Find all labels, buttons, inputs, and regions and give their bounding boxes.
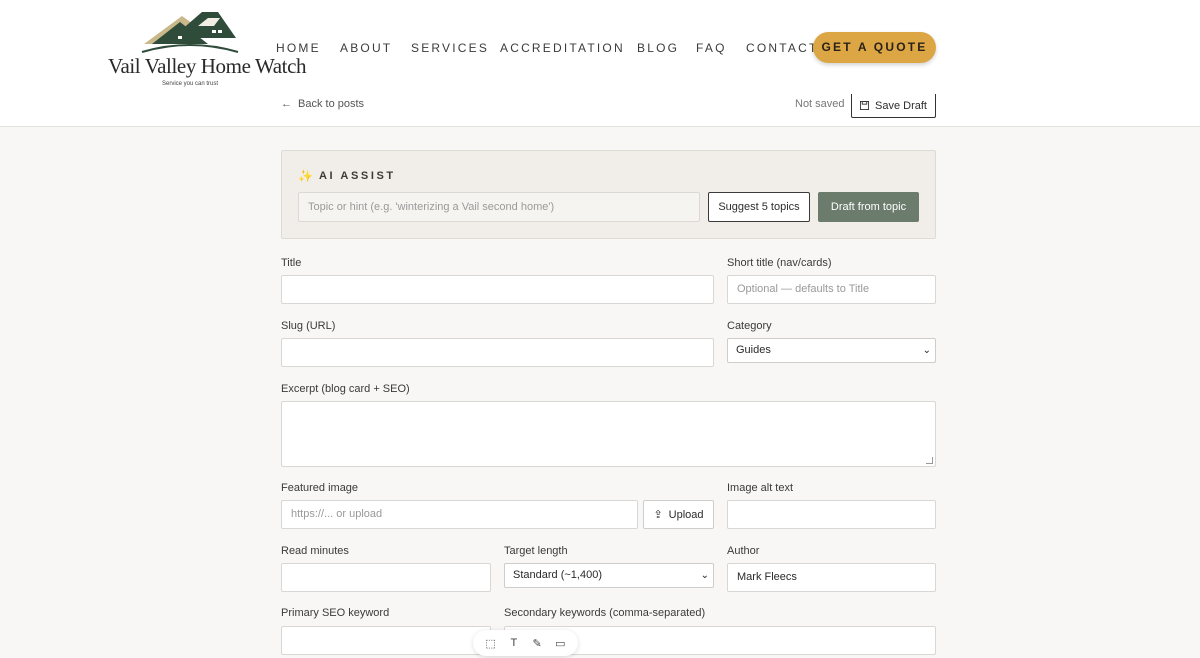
author-input[interactable]: Mark Fleecs <box>727 563 936 592</box>
image-alt-input[interactable] <box>727 500 936 529</box>
get-a-quote-button[interactable]: GET A QUOTE <box>813 32 936 63</box>
site-logo[interactable]: Vail Valley Home Watch Service you can t… <box>108 8 307 92</box>
title-input[interactable] <box>281 275 714 304</box>
house-logo-icon <box>141 12 239 53</box>
save-draft-button[interactable]: Save Draft <box>851 94 936 118</box>
upload-button[interactable]: ⇪ Upload <box>643 500 714 529</box>
site-header: Vail Valley Home Watch Service you can t… <box>0 0 1200 127</box>
target-length-value: Standard (~1,400) <box>513 569 602 581</box>
nav-home[interactable]: HOME <box>276 41 321 55</box>
floating-toolbar: ⬚ T ✎ ▭ <box>473 630 578 656</box>
featured-image-input[interactable]: https://... or upload <box>281 500 638 529</box>
excerpt-textarea[interactable] <box>281 401 936 467</box>
category-label: Category <box>727 320 772 332</box>
nav-faq[interactable]: FAQ <box>696 41 727 55</box>
title-label: Title <box>281 257 302 269</box>
read-minutes-label: Read minutes <box>281 545 349 557</box>
arrow-left-icon: ← <box>281 98 292 110</box>
secondary-keywords-label: Secondary keywords (comma-separated) <box>504 607 706 619</box>
draft-from-topic-button[interactable]: Draft from topic <box>818 192 919 222</box>
category-select[interactable]: Guides ⌄ <box>727 338 936 363</box>
floppy-disk-icon <box>860 101 870 110</box>
featured-image-label: Featured image <box>281 482 359 494</box>
pencil-icon[interactable]: ✎ <box>529 637 545 650</box>
nav-about[interactable]: ABOUT <box>340 41 392 55</box>
sparkles-icon: ✨ <box>298 169 313 183</box>
upload-icon: ⇪ <box>653 509 663 521</box>
topic-hint-input[interactable]: Topic or hint (e.g. 'winterizing a Vail … <box>298 192 700 222</box>
text-tool-icon[interactable]: T <box>506 637 522 649</box>
target-length-label: Target length <box>504 545 568 557</box>
logo-name: Vail Valley Home Watch <box>108 54 307 78</box>
slug-input[interactable] <box>281 338 714 367</box>
chevron-down-icon: ⌄ <box>700 570 709 581</box>
resize-grip-icon[interactable] <box>926 457 933 464</box>
nav-accreditation[interactable]: ACCREDITATION <box>500 41 625 55</box>
upload-label: Upload <box>668 508 704 521</box>
logo-tagline: Service you can trust <box>161 81 219 87</box>
image-alt-label: Image alt text <box>727 482 794 494</box>
ai-assist-heading: ✨ AI ASSIST <box>298 169 396 183</box>
target-length-select[interactable]: Standard (~1,400) ⌄ <box>504 563 714 588</box>
select-cursor-icon[interactable]: ⬚ <box>483 637 499 650</box>
primary-keyword-label: Primary SEO keyword <box>281 607 390 619</box>
excerpt-label: Excerpt (blog card + SEO) <box>281 383 410 395</box>
save-status: Not saved <box>795 98 845 110</box>
chevron-down-icon: ⌄ <box>922 345 931 356</box>
back-to-posts-link[interactable]: ← Back to posts <box>281 98 364 110</box>
comment-icon[interactable]: ▭ <box>552 637 568 650</box>
save-draft-label: Save Draft <box>875 99 927 112</box>
nav-blog[interactable]: BLOG <box>637 41 679 55</box>
slug-label: Slug (URL) <box>281 320 336 332</box>
short-title-label: Short title (nav/cards) <box>727 257 832 269</box>
category-value: Guides <box>736 344 771 356</box>
ai-assist-title: AI ASSIST <box>318 170 396 182</box>
nav-services[interactable]: SERVICES <box>411 41 489 55</box>
back-label: Back to posts <box>298 98 365 110</box>
suggest-topics-button[interactable]: Suggest 5 topics <box>708 192 810 222</box>
author-label: Author <box>727 545 760 557</box>
nav-contact[interactable]: CONTACT <box>746 41 819 55</box>
primary-keyword-input[interactable] <box>281 626 491 655</box>
read-minutes-input[interactable] <box>281 563 491 592</box>
ai-assist-panel: ✨ AI ASSIST Topic or hint (e.g. 'winteri… <box>281 150 936 239</box>
short-title-input[interactable]: Optional — defaults to Title <box>727 275 936 304</box>
